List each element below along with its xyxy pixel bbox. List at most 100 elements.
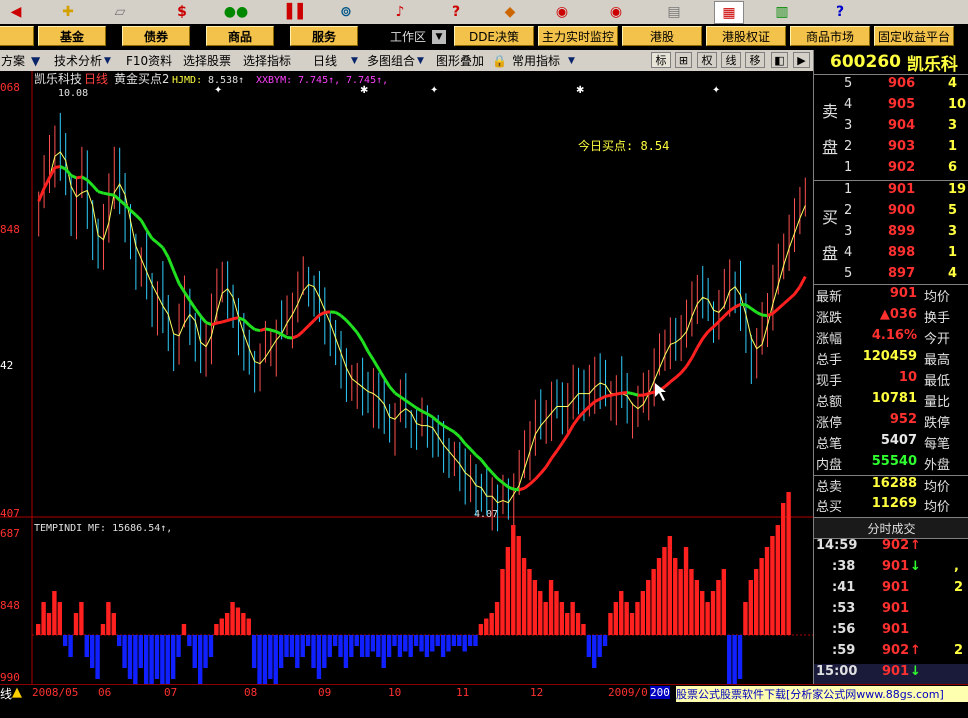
slow-ma-segment — [642, 392, 650, 397]
volume: 5 — [948, 203, 958, 218]
dollar-circle-icon[interactable]: ◉ — [548, 1, 576, 22]
mf-bar — [565, 613, 570, 635]
slow-ma-segment — [270, 328, 277, 334]
slow-ma-segment — [610, 392, 617, 397]
tick-time: 15:00 — [816, 664, 858, 679]
menu-fixed-income[interactable]: 固定收益平台 — [874, 26, 954, 46]
stat-label: 内盘 — [816, 458, 843, 473]
tick-row: 15:00 901 ↓ — [814, 664, 968, 685]
mf-bar — [381, 635, 386, 668]
date-tick: 08 — [244, 686, 258, 699]
mf-bar — [122, 635, 127, 668]
menu-dde[interactable]: DDE决策 — [454, 26, 534, 46]
menu-service[interactable]: 服务 — [290, 26, 358, 46]
mf-bar — [457, 635, 462, 646]
ruler-icon[interactable]: ▱ — [106, 1, 134, 22]
workspace-toggle-icon[interactable]: ▼ — [432, 30, 446, 44]
lock-icon[interactable]: 🔒 — [492, 51, 507, 70]
menu-commodity-market[interactable]: 商品市场 — [790, 26, 870, 46]
mf-bar — [62, 635, 68, 646]
dollar-icon[interactable]: $ — [168, 1, 196, 22]
menu-monitor[interactable]: 主力实时监控 — [538, 26, 618, 46]
next-icon[interactable]: ▶ — [793, 52, 810, 68]
ad-banner[interactable]: 股票公式股票软件下载[分析家公式网www.88gs.com] — [676, 686, 968, 702]
sb-select-indicator[interactable]: 选择指标 — [243, 51, 291, 70]
menu-hk-warrant[interactable]: 港股权证 — [706, 26, 786, 46]
binoculars-icon[interactable]: ⊚ — [332, 1, 360, 22]
volume: 3 — [948, 118, 958, 133]
mf-bar — [629, 613, 635, 635]
mf-bar — [160, 635, 165, 684]
mf-bar — [116, 635, 122, 646]
sb-overlay[interactable]: 图形叠加 — [436, 51, 484, 70]
mf-bar — [413, 635, 419, 646]
help-icon[interactable]: ? — [826, 1, 854, 22]
order-book-row: 2 900 5 — [814, 203, 968, 224]
sb-multi-chart[interactable]: 多图组合 ▼ — [367, 51, 424, 70]
menu-stub[interactable] — [0, 26, 34, 46]
sb-tech[interactable]: 技术分析 ▼ — [54, 51, 111, 70]
traffic-light-icon[interactable]: ●● — [222, 1, 250, 22]
sb-daily[interactable]: 日线 ▼ — [313, 51, 358, 70]
mf-bar — [208, 635, 214, 657]
stat-value: ▲036 — [879, 307, 917, 322]
status-left: 线 — [0, 687, 13, 701]
mf-bar — [635, 602, 640, 635]
btn-move[interactable]: 移 — [745, 52, 765, 68]
slow-ma-segment — [632, 392, 639, 397]
menu-bond[interactable]: 债券 — [122, 26, 190, 46]
mf-bar — [710, 591, 716, 635]
volume: 1 — [948, 245, 958, 260]
stat-label: 最新 — [816, 290, 843, 305]
bars-icon[interactable]: ▐▐ — [278, 1, 306, 22]
order-book-row: 3 904 3 — [814, 118, 968, 139]
mf-bar — [295, 635, 300, 668]
sb-f10[interactable]: F10资料 — [126, 51, 172, 70]
mf-bar — [748, 580, 754, 635]
marker-star: ✱ — [576, 85, 584, 96]
btn-line[interactable]: 线 — [721, 52, 741, 68]
mf-bar — [586, 635, 592, 657]
btn-rights[interactable]: 权 — [697, 52, 717, 68]
tick-vol: 2 — [954, 643, 964, 658]
print-icon[interactable]: ▤ — [660, 1, 688, 22]
pen-circle-icon[interactable]: ◉ — [602, 1, 630, 22]
order-book-row: 1 902 6 — [814, 160, 968, 181]
grid-icon[interactable]: ⊞ — [675, 52, 692, 68]
calendar-icon[interactable]: ▦ — [714, 1, 744, 24]
bell-icon[interactable]: ♪ — [386, 1, 414, 22]
sb-scheme-arrow[interactable]: ▼ — [31, 51, 40, 70]
prev-icon[interactable]: ◧ — [771, 52, 788, 68]
workspace-label: 工作区 — [390, 29, 427, 44]
btn-mark[interactable]: 标 — [651, 52, 671, 68]
mf-bar — [127, 635, 133, 679]
vol-axis-mid: 848 — [0, 599, 20, 612]
stat-label2: 最低 — [924, 374, 951, 389]
sb-scheme[interactable]: 方案 — [1, 51, 25, 70]
stock-chart[interactable]: 068 848 42 407 687 848 990 凯乐科技 日线 黄金买点2… — [0, 71, 813, 684]
mf-bar — [311, 635, 316, 668]
mf-bar — [737, 635, 743, 679]
mf-bar — [494, 602, 500, 635]
sb-select-stock[interactable]: 选择股票 — [183, 51, 231, 70]
question-icon[interactable]: ? — [442, 1, 470, 22]
mf-bar — [397, 635, 403, 657]
menu-fund[interactable]: 基金 — [38, 26, 106, 46]
menu-commodity[interactable]: 商品 — [206, 26, 274, 46]
sb-common-indicator[interactable]: 常用指标 ▼ — [512, 51, 575, 70]
menu-hk[interactable]: 港股 — [622, 26, 702, 46]
mf-bar — [543, 602, 548, 635]
add-icon[interactable]: ✚ — [54, 1, 82, 22]
diamond-icon[interactable]: ◆ — [496, 1, 524, 22]
tick-price: 902 — [882, 538, 910, 553]
price-axis-low: 407 — [0, 507, 20, 520]
tick-arrow: ↓ — [910, 559, 921, 574]
mf-bar — [214, 624, 219, 635]
left-arrow-icon[interactable]: ◀ — [2, 1, 30, 22]
tick-time: :53 — [832, 601, 856, 616]
stat-value: 901 — [889, 286, 917, 301]
stat-label: 总卖 — [816, 480, 843, 495]
volume: 4 — [948, 76, 958, 91]
books-icon[interactable]: ▥ — [768, 1, 796, 22]
warning-icon[interactable]: ▲ — [12, 685, 22, 700]
